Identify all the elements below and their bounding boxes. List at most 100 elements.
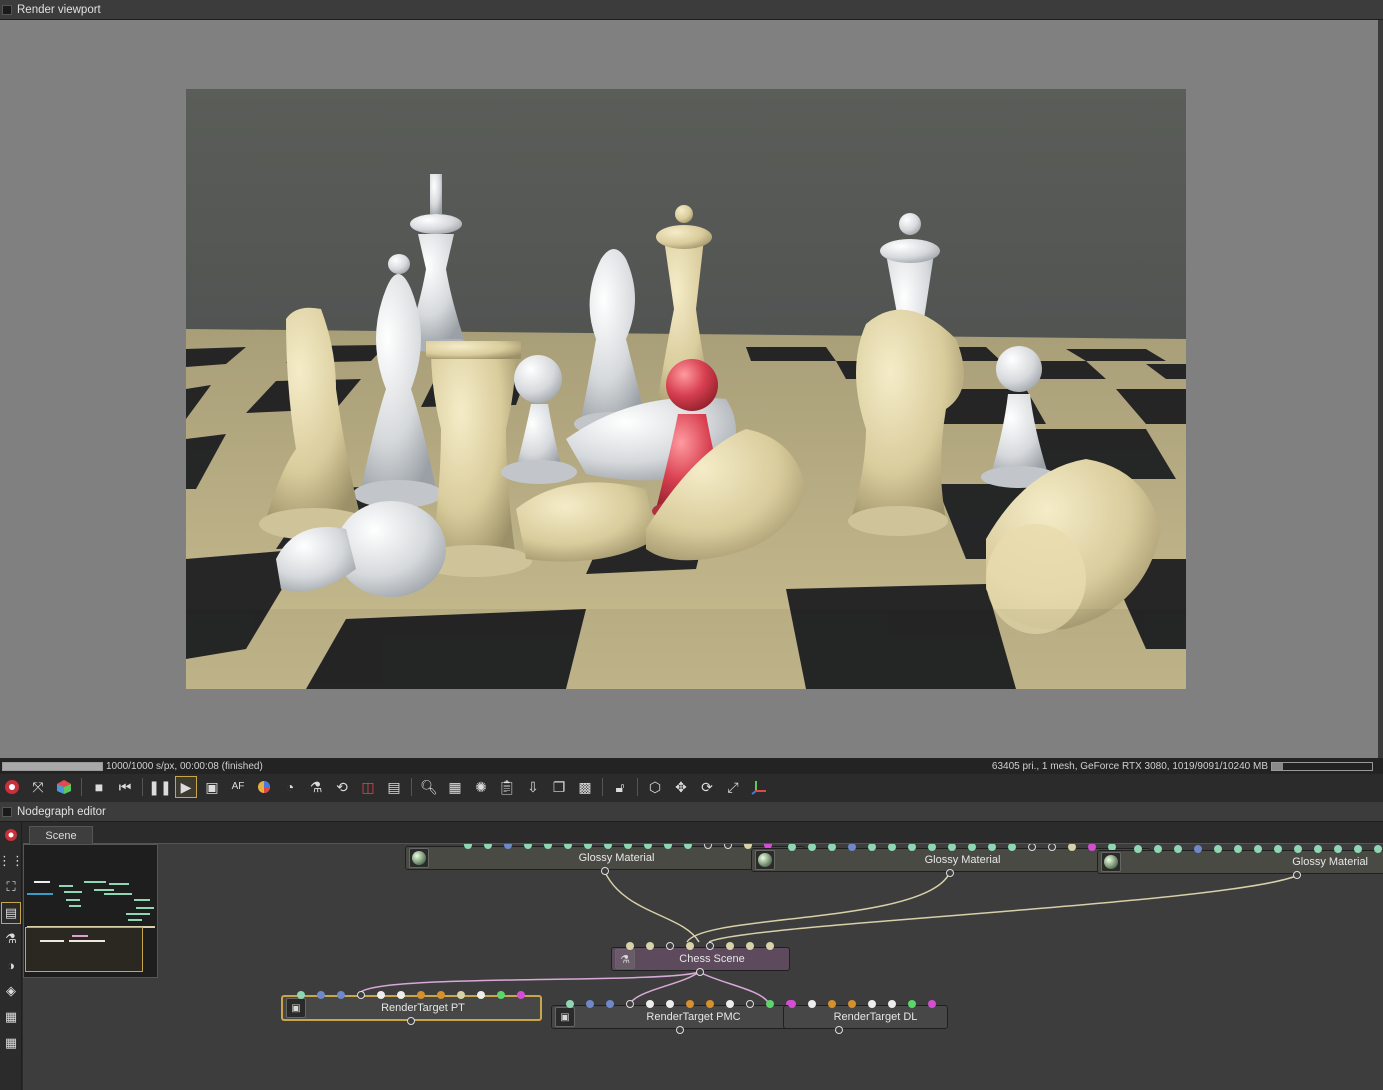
panel-menu-icon[interactable] (2, 4, 12, 15)
material-picker-icon[interactable]: ⚗ (305, 776, 327, 798)
input-pin[interactable] (828, 1000, 836, 1008)
input-pin[interactable] (766, 942, 774, 950)
lock-viewport-icon[interactable]: 🔓︎ (609, 776, 631, 798)
input-pin[interactable] (928, 1000, 936, 1008)
input-pin[interactable] (477, 991, 485, 999)
input-pin[interactable] (1134, 845, 1142, 853)
autofocus-button[interactable]: AF (227, 776, 249, 798)
input-pin[interactable] (1068, 844, 1076, 851)
input-pin[interactable] (788, 1000, 796, 1008)
input-pin[interactable] (297, 991, 305, 999)
input-pin[interactable] (948, 844, 956, 851)
input-pin[interactable] (457, 991, 465, 999)
input-pin[interactable] (868, 844, 876, 851)
render-image[interactable] (186, 89, 1186, 689)
input-pin[interactable] (397, 991, 405, 999)
output-pin[interactable] (676, 1026, 684, 1034)
input-pin[interactable] (908, 844, 916, 851)
zoom-viewport-icon[interactable]: 🔍︎ (418, 776, 440, 798)
input-pin[interactable] (1314, 845, 1322, 853)
input-pin[interactable] (724, 844, 732, 849)
input-pin[interactable] (666, 1000, 674, 1008)
input-pin[interactable] (808, 1000, 816, 1008)
start-render-icon[interactable]: ▶ (175, 776, 197, 798)
input-pin[interactable] (908, 1000, 916, 1008)
input-pin[interactable] (357, 991, 365, 999)
input-pin[interactable] (464, 844, 472, 849)
node-rendertarget-dl[interactable]: RenderTarget DL (783, 1000, 948, 1034)
minimap-view-rect[interactable] (25, 927, 143, 972)
input-pin[interactable] (706, 942, 714, 950)
stop-icon[interactable]: ■ (88, 776, 110, 798)
minimap-toggle-icon[interactable]: ▤ (1, 902, 21, 924)
input-pin[interactable] (544, 844, 552, 849)
input-pin[interactable] (517, 991, 525, 999)
node-rendertarget-pmc[interactable]: ▣ RenderTarget PMC (551, 1000, 813, 1034)
input-pin[interactable] (377, 991, 385, 999)
region-select-icon[interactable]: ▦ (444, 776, 466, 798)
input-pin[interactable] (888, 844, 896, 851)
octane-logo-icon[interactable] (1, 824, 21, 846)
restart-icon[interactable]: ⏮ (114, 776, 136, 798)
input-pin[interactable] (766, 1000, 774, 1008)
input-pin[interactable] (606, 1000, 614, 1008)
input-pin[interactable] (586, 1000, 594, 1008)
input-pin[interactable] (848, 844, 856, 851)
input-pin[interactable] (726, 1000, 734, 1008)
input-pin[interactable] (566, 1000, 574, 1008)
background-transparency-icon[interactable]: ▩ (574, 776, 596, 798)
input-pin[interactable] (848, 1000, 856, 1008)
input-pin[interactable] (484, 844, 492, 849)
input-pin[interactable] (524, 844, 532, 849)
world-axis-icon[interactable] (748, 776, 770, 798)
input-pin[interactable] (1294, 845, 1302, 853)
color-picker-icon[interactable] (253, 776, 275, 798)
panel-menu-icon[interactable] (2, 806, 12, 817)
input-pin[interactable] (686, 1000, 694, 1008)
input-pin[interactable] (437, 991, 445, 999)
fit-nodes-icon[interactable]: ⛶ (1, 876, 21, 898)
export-passes-icon[interactable]: ❐ (548, 776, 570, 798)
save-render-icon[interactable]: ⇩ (522, 776, 544, 798)
tab-scene[interactable]: Scene (29, 826, 93, 844)
rearrange-nodes-icon[interactable]: ⋮⋮ (0, 850, 24, 872)
input-pin[interactable] (1334, 845, 1342, 853)
copy-to-clipboard-icon[interactable]: 📋︎ (496, 776, 518, 798)
input-pin[interactable] (828, 844, 836, 851)
input-pin[interactable] (988, 844, 996, 851)
realtime-mode-icon[interactable]: ▣ (201, 776, 223, 798)
texture-node-icon[interactable]: ◑ (1, 954, 21, 976)
input-pin[interactable] (1274, 845, 1282, 853)
rotate-gizmo-icon[interactable]: ⟳ (696, 776, 718, 798)
input-pin[interactable] (686, 942, 694, 950)
input-pin[interactable] (1154, 845, 1162, 853)
output-pin[interactable] (1293, 871, 1301, 879)
camera-target-icon[interactable]: ◫ (357, 776, 379, 798)
input-pin[interactable] (1088, 844, 1096, 851)
input-pin[interactable] (1234, 845, 1242, 853)
input-pin[interactable] (417, 991, 425, 999)
node-glossy-material-2[interactable]: Glossy Material (751, 844, 1151, 877)
input-pin[interactable] (868, 1000, 876, 1008)
input-pin[interactable] (684, 844, 692, 849)
input-pin[interactable] (317, 991, 325, 999)
input-pin[interactable] (644, 844, 652, 849)
input-pin[interactable] (564, 844, 572, 849)
render-priority-icon[interactable]: ▤ (383, 776, 405, 798)
table-view-icon[interactable]: ▦ (1, 1032, 21, 1054)
input-pin[interactable] (1374, 845, 1382, 853)
input-pin[interactable] (968, 844, 976, 851)
input-pin[interactable] (1048, 844, 1056, 851)
input-pin[interactable] (646, 942, 654, 950)
output-pin[interactable] (835, 1026, 843, 1034)
move-gizmo-icon[interactable]: ✥ (670, 776, 692, 798)
grid-snap-icon[interactable]: ▦ (1, 1006, 21, 1028)
node-chess-scene[interactable]: ⚗ Chess Scene (611, 942, 790, 976)
input-pin[interactable] (604, 844, 612, 849)
render-region-icon[interactable]: ⤧ (27, 776, 49, 798)
view-cube-icon[interactable]: ⬡ (644, 776, 666, 798)
input-pin[interactable] (746, 942, 754, 950)
render-viewport[interactable] (0, 20, 1378, 758)
input-pin[interactable] (1008, 844, 1016, 851)
input-pin[interactable] (788, 844, 796, 851)
